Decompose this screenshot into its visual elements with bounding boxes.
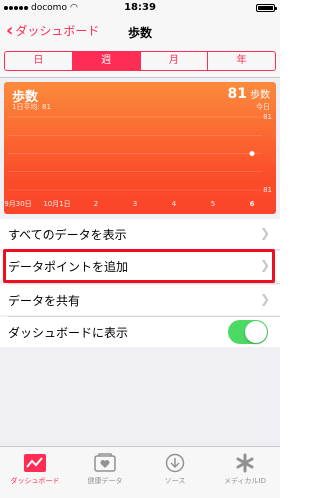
- chevron-right-icon: ❯: [259, 226, 270, 240]
- status-bar: docomo ◠ 18:39: [0, 0, 280, 16]
- health-app-screen: docomo ◠ 18:39 ‹ ダッシュボード 歩数 日 週 月 年 歩数 1…: [0, 0, 280, 498]
- segment-week[interactable]: 週: [72, 52, 141, 70]
- tab-health-data[interactable]: 健康データ: [70, 447, 140, 498]
- chart-x-tick-label: 5: [211, 200, 215, 208]
- segment-year[interactable]: 年: [208, 52, 275, 70]
- segment-month[interactable]: 月: [141, 52, 209, 70]
- battery-icon: [256, 4, 277, 12]
- add-data-point-row[interactable]: データポイントを追加 ❯: [0, 251, 280, 281]
- tab-bar: ダッシュボード 健康データ ソース メディカルID: [0, 446, 280, 498]
- row-divider: [8, 249, 280, 250]
- tab-medical-id[interactable]: メディカルID: [210, 447, 280, 498]
- chart-y-label: 81: [263, 113, 272, 121]
- segment-day[interactable]: 日: [5, 52, 73, 70]
- add-data-point-label: データポイントを追加: [8, 259, 129, 274]
- show-all-data-row[interactable]: すべてのデータを表示 ❯: [0, 219, 280, 249]
- tab-sources[interactable]: ソース: [140, 447, 210, 498]
- chart-data-point: [249, 150, 255, 157]
- steps-chart[interactable]: 歩数 1日平均: 81 81 歩数 今日 81 81 9月30日 10月1日 2 3 4 5 6: [4, 82, 276, 214]
- tab-dashboard[interactable]: ダッシュボード: [0, 447, 70, 498]
- chevron-right-icon: ❯: [259, 258, 270, 272]
- row-divider: [8, 283, 280, 284]
- chart-y-label: 81: [263, 186, 272, 194]
- dashboard-icon: [24, 454, 46, 472]
- show-on-dashboard-toggle[interactable]: [228, 320, 268, 344]
- segment-bar: 日 週 月 年: [0, 46, 280, 78]
- health-data-icon: [94, 453, 116, 472]
- toggle-knob: [245, 321, 267, 343]
- sources-icon: [165, 453, 185, 473]
- period-segmented-control: 日 週 月 年: [4, 51, 276, 71]
- chart-x-tick-label: 2: [94, 200, 98, 208]
- tab-dashboard-label: ダッシュボード: [10, 477, 60, 485]
- show-on-dashboard-row: ダッシュボードに表示: [0, 317, 280, 347]
- chart-x-tick-label: 9月30日: [4, 200, 31, 208]
- tab-health-data-label: 健康データ: [87, 477, 123, 485]
- tab-medical-id-label: メディカルID: [224, 477, 266, 485]
- navigation-bar: ‹ ダッシュボード 歩数: [0, 16, 280, 46]
- medical-id-icon: [236, 453, 254, 473]
- page-title: 歩数: [127, 26, 152, 40]
- status-time: 18:39: [124, 2, 156, 13]
- show-all-data-label: すべてのデータを表示: [8, 227, 127, 242]
- chart-x-tick-label: 6: [250, 200, 255, 208]
- chart-x-tick-label: 3: [133, 200, 137, 208]
- show-on-dashboard-label: ダッシュボードに表示: [8, 325, 129, 340]
- share-data-row[interactable]: データを共有 ❯: [0, 285, 280, 315]
- chevron-right-icon: ❯: [259, 292, 270, 306]
- share-data-label: データを共有: [8, 293, 81, 308]
- tab-sources-label: ソース: [164, 477, 186, 485]
- chart-x-tick-label: 10月1日: [43, 200, 70, 208]
- chart-x-tick-label: 4: [172, 200, 177, 208]
- chart-plot: 81 81 9月30日 10月1日 2 3 4 5 6: [4, 113, 272, 208]
